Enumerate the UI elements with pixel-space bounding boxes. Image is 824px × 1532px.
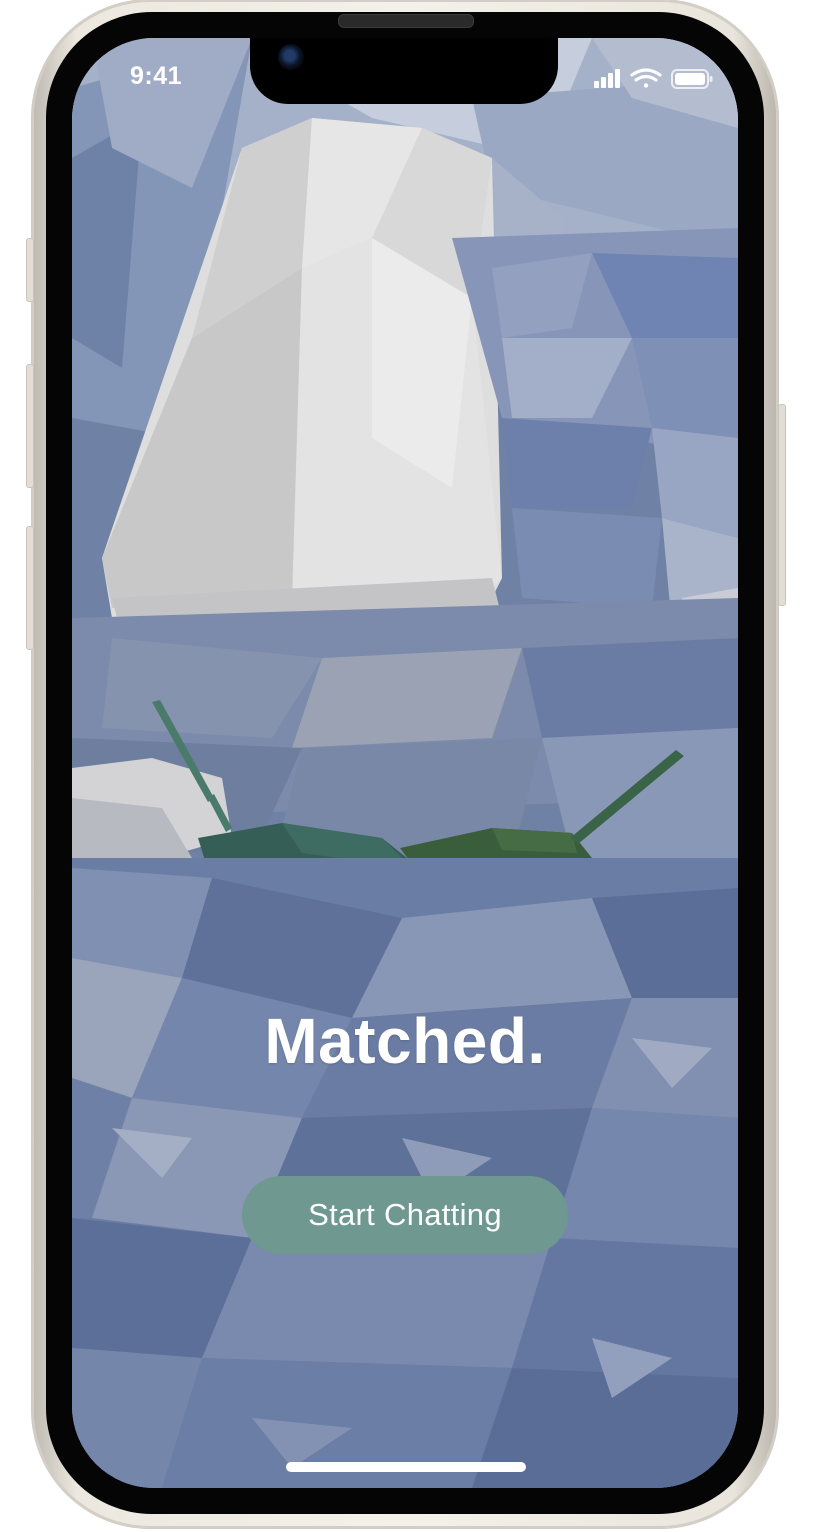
lowpoly-ocean-scene xyxy=(72,38,738,1488)
start-chatting-button[interactable]: Start Chatting xyxy=(242,1176,568,1254)
front-camera-icon xyxy=(278,44,304,70)
home-indicator[interactable] xyxy=(286,1462,526,1472)
wifi-icon xyxy=(630,68,662,88)
status-time: 9:41 xyxy=(130,62,183,90)
battery-icon xyxy=(671,69,713,89)
matched-title: Matched. xyxy=(264,1005,546,1077)
status-icons-svg xyxy=(594,68,713,89)
status-icons xyxy=(594,66,714,92)
app-screen xyxy=(72,38,738,1488)
volume-up-button xyxy=(26,364,34,488)
earpiece-speaker xyxy=(338,14,474,28)
power-button xyxy=(778,404,786,606)
volume-down-button xyxy=(26,526,34,650)
action-button xyxy=(26,238,34,302)
cellular-signal-icon xyxy=(594,69,620,88)
